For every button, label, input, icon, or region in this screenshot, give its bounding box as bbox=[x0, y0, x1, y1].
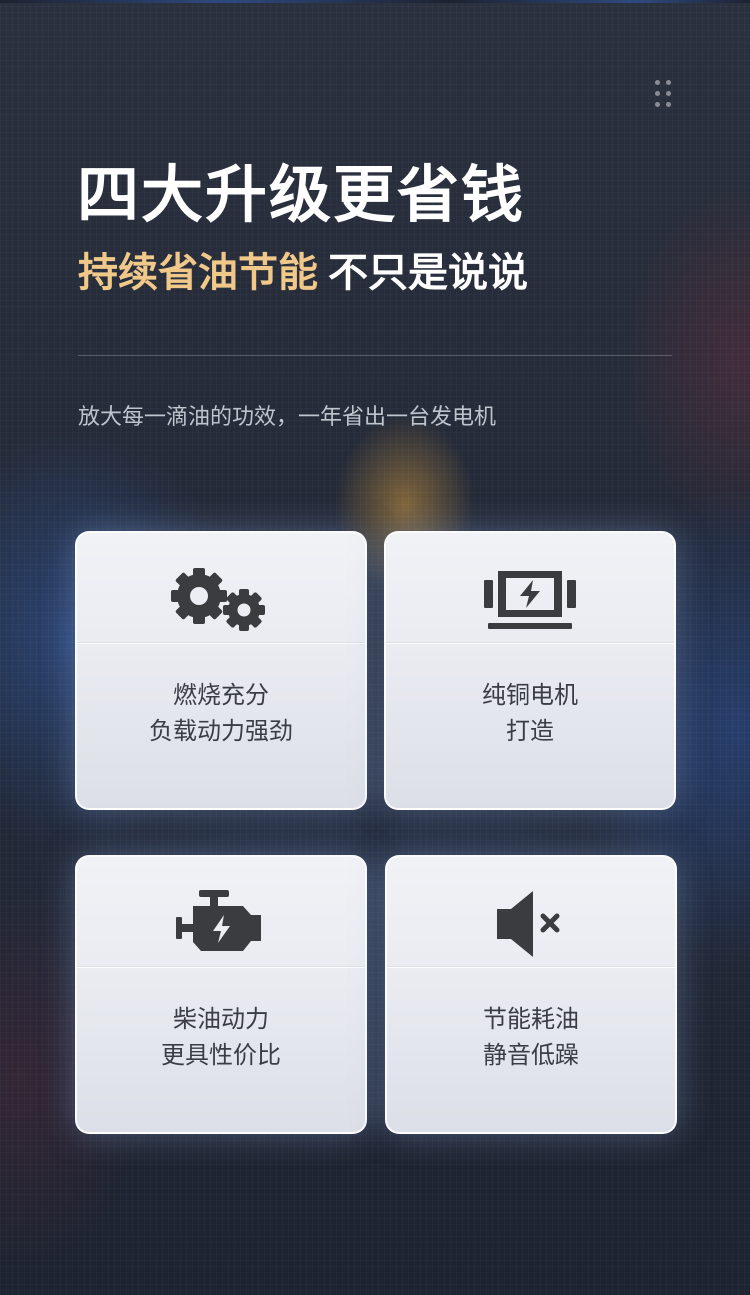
feature-line-1: 燃烧充分 bbox=[173, 681, 269, 709]
feature-line-1: 节能耗油 bbox=[483, 1005, 579, 1033]
feature-card-diesel: 柴油动力 更具性价比 bbox=[75, 855, 367, 1134]
copper-motor-icon bbox=[386, 563, 674, 643]
feature-card-copper-motor: 纯铜电机 打造 bbox=[384, 531, 676, 810]
page-title: 四大升级更省钱 bbox=[77, 158, 526, 231]
feature-line-2: 打造 bbox=[506, 717, 554, 745]
subtitle-rest: 不只是说说 bbox=[328, 250, 528, 296]
feature-line-1: 柴油动力 bbox=[173, 1005, 269, 1033]
page-subtitle: 持续省油节能 不只是说说 bbox=[78, 246, 528, 300]
divider bbox=[78, 355, 672, 356]
description: 放大每一滴油的功效，一年省出一台发电机 bbox=[78, 405, 497, 430]
subtitle-highlight: 持续省油节能 bbox=[78, 250, 318, 296]
feature-line-2: 静音低躁 bbox=[483, 1041, 579, 1069]
feature-text: 纯铜电机 打造 bbox=[386, 677, 674, 749]
feature-text: 燃烧充分 负载动力强劲 bbox=[77, 677, 365, 749]
card-separator bbox=[386, 643, 674, 644]
more-dots-icon[interactable] bbox=[655, 80, 673, 110]
feature-line-2: 更具性价比 bbox=[161, 1041, 281, 1069]
card-separator bbox=[77, 967, 365, 968]
gears-icon bbox=[77, 563, 365, 643]
feature-card-quiet: 节能耗油 静音低躁 bbox=[385, 855, 677, 1134]
feature-line-1: 纯铜电机 bbox=[482, 681, 578, 709]
feature-text: 柴油动力 更具性价比 bbox=[77, 1001, 365, 1073]
feature-line-2: 负载动力强劲 bbox=[149, 717, 293, 745]
feature-text: 节能耗油 静音低躁 bbox=[387, 1001, 675, 1073]
top-edge-strip bbox=[0, 0, 750, 3]
feature-card-combustion: 燃烧充分 负载动力强劲 bbox=[75, 531, 367, 810]
mute-speaker-icon bbox=[387, 887, 675, 967]
diesel-engine-icon bbox=[77, 887, 365, 967]
card-separator bbox=[77, 643, 365, 644]
card-separator bbox=[387, 967, 675, 968]
